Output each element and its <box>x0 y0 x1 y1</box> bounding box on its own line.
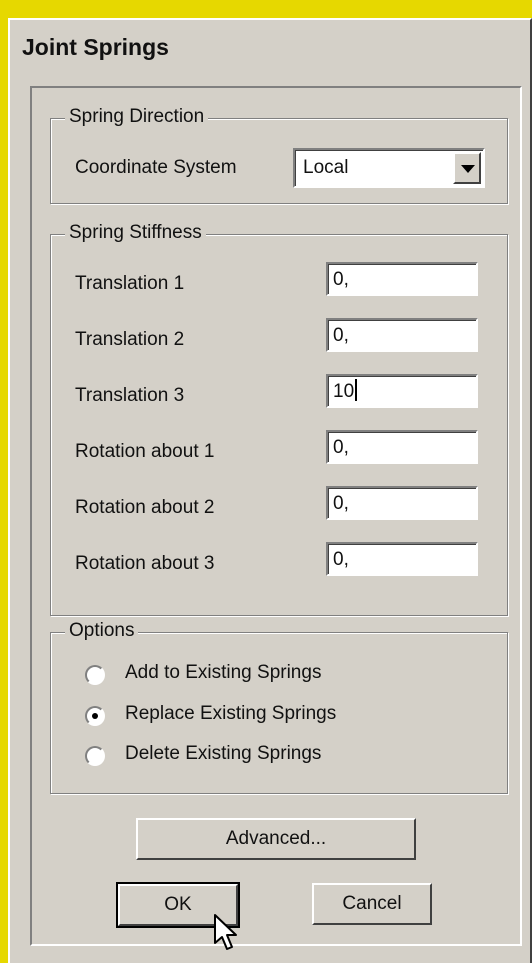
rotation-about-1-value: 0, <box>333 437 349 458</box>
translation-2-input[interactable]: 0, <box>326 318 478 352</box>
dialog-title: Joint Springs <box>22 34 169 60</box>
joint-springs-dialog: Joint Springs Spring Direction Coordinat… <box>8 18 532 963</box>
rotation-about-2-input[interactable]: 0, <box>326 486 478 520</box>
rotation-about-1-label: Rotation about 1 <box>75 441 215 462</box>
option-add-existing-label: Add to Existing Springs <box>125 662 322 683</box>
rotation-about-1-input[interactable]: 0, <box>326 430 478 464</box>
translation-3-label: Translation 3 <box>75 385 185 406</box>
coordinate-system-label: Coordinate System <box>75 157 237 178</box>
translation-1-value: 0, <box>333 269 349 290</box>
translation-1-label: Translation 1 <box>75 273 185 294</box>
mouse-pointer-icon <box>214 914 237 950</box>
radio-add-existing[interactable] <box>85 665 105 685</box>
translation-3-input[interactable]: 10 <box>326 374 478 408</box>
spring-direction-title: Spring Direction <box>65 106 209 128</box>
chevron-down-icon[interactable] <box>453 152 481 184</box>
option-replace-existing-label: Replace Existing Springs <box>125 703 337 724</box>
option-delete-existing-label: Delete Existing Springs <box>125 743 322 764</box>
text-caret <box>355 378 358 401</box>
translation-2-label: Translation 2 <box>75 329 185 350</box>
radio-delete-existing[interactable] <box>85 746 105 766</box>
rotation-about-3-value: 0, <box>333 549 349 570</box>
coordinate-system-select[interactable]: Local <box>293 148 485 188</box>
options-title: Options <box>65 620 139 642</box>
rotation-about-2-value: 0, <box>333 493 349 514</box>
translation-3-value: 10 <box>333 381 355 402</box>
radio-replace-existing[interactable] <box>85 706 105 726</box>
spring-stiffness-title: Spring Stiffness <box>65 222 206 244</box>
advanced-button[interactable]: Advanced... <box>136 818 416 860</box>
translation-2-value: 0, <box>333 325 349 346</box>
cancel-button[interactable]: Cancel <box>312 883 432 925</box>
rotation-about-3-label: Rotation about 3 <box>75 553 215 574</box>
rotation-about-2-label: Rotation about 2 <box>75 497 215 518</box>
translation-1-input[interactable]: 0, <box>326 262 478 296</box>
coordinate-system-value: Local <box>303 157 349 178</box>
rotation-about-3-input[interactable]: 0, <box>326 542 478 576</box>
